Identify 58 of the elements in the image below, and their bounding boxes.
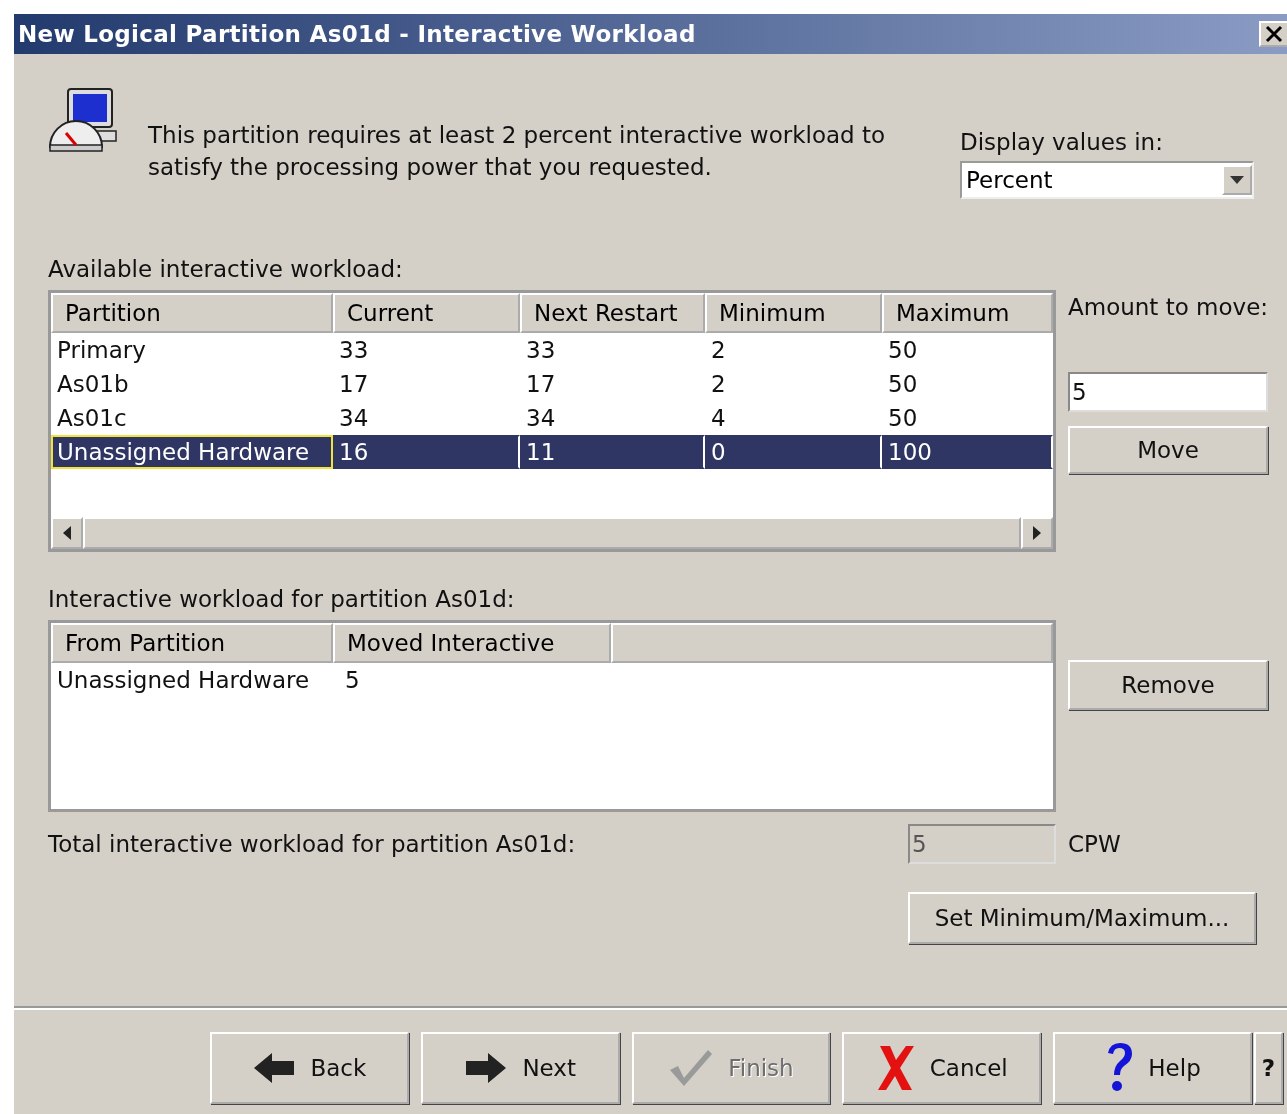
next-button[interactable]: Next xyxy=(420,1032,620,1104)
table-cell-text: 4 xyxy=(710,404,727,433)
close-icon xyxy=(1265,25,1283,43)
table-cell-text: As01c xyxy=(56,404,128,433)
unit-label: CPW xyxy=(1068,831,1121,857)
checkmark-icon xyxy=(668,1048,715,1088)
help-button[interactable]: Help xyxy=(1053,1032,1252,1104)
total-label: Total interactive workload for partition As01d: xyxy=(48,831,577,857)
table-cell: 0 xyxy=(705,435,882,469)
column-header[interactable]: Maximum xyxy=(882,293,1053,333)
remove-button[interactable]: Remove xyxy=(1068,660,1268,710)
dropdown-arrow-icon xyxy=(1230,176,1244,184)
table-cell: 16 xyxy=(333,435,520,469)
table-cell-text: 33 xyxy=(525,336,557,365)
section-label: Interactive workload for partition As01d: xyxy=(48,586,516,612)
right-arrow-icon xyxy=(1033,526,1041,540)
table-cell-text: 34 xyxy=(338,404,370,433)
amount-label: Amount to move: xyxy=(1068,294,1268,320)
table-cell-text: 5 xyxy=(344,666,361,695)
column-header[interactable]: From Partition xyxy=(51,623,333,663)
table-cell: 11 xyxy=(520,435,705,469)
table-cell-text: 17 xyxy=(525,370,557,399)
table-cell-text: 2 xyxy=(710,336,727,365)
amount-field[interactable]: 5 xyxy=(1068,372,1268,412)
x-mark-icon xyxy=(875,1044,916,1092)
table-cell: Unassigned Hardware xyxy=(51,435,333,469)
units-dropdown[interactable]: Percent xyxy=(960,161,1254,199)
window-title: New Logical Partition As01d - Interactive Workload xyxy=(18,21,696,47)
column-header[interactable]: Partition xyxy=(51,293,333,333)
section-label: Available interactive workload: xyxy=(48,256,404,282)
close-button[interactable] xyxy=(1259,21,1287,47)
set-minimum-maximum-button[interactable]: Set Minimum/Maximum... xyxy=(908,892,1256,944)
table-cell-text: As01b xyxy=(56,370,130,399)
scroll-left-button[interactable] xyxy=(51,517,83,549)
move-button[interactable]: Move xyxy=(1068,426,1268,474)
context-help-button[interactable]: ? xyxy=(1253,1032,1283,1104)
left-arrow-icon xyxy=(252,1051,297,1085)
table-row[interactable]: Unassigned Hardware 16 11 0 100 xyxy=(51,435,1053,469)
table-cell-text: 50 xyxy=(887,370,919,399)
table-cell-text: 2 xyxy=(710,370,727,399)
scroll-right-button[interactable] xyxy=(1021,517,1053,549)
column-header[interactable]: Current xyxy=(333,293,520,333)
column-header[interactable]: Next Restart xyxy=(520,293,705,333)
table-cell: 100 xyxy=(882,435,1053,469)
table-cell-text: Primary xyxy=(56,336,147,365)
back-button[interactable]: Back xyxy=(210,1032,409,1104)
left-arrow-icon xyxy=(63,526,71,540)
column-header[interactable]: Moved Interactive xyxy=(333,623,611,663)
table-cell-text: Unassigned Hardware xyxy=(56,666,311,695)
table-cell-text: 50 xyxy=(887,336,919,365)
cancel-button[interactable]: Cancel xyxy=(842,1032,1042,1104)
table-cell-text: 50 xyxy=(887,404,919,433)
table-cell-text: 33 xyxy=(338,336,370,365)
table-cell-text: 34 xyxy=(525,404,557,433)
column-header[interactable]: Minimum xyxy=(705,293,882,333)
info-message: This partition requires at least 2 percent interactive workload to satisfy the processing power that you requested. xyxy=(148,121,887,182)
table-cell-text: 17 xyxy=(338,370,370,399)
display-values-label: Display values in: xyxy=(960,129,1164,155)
